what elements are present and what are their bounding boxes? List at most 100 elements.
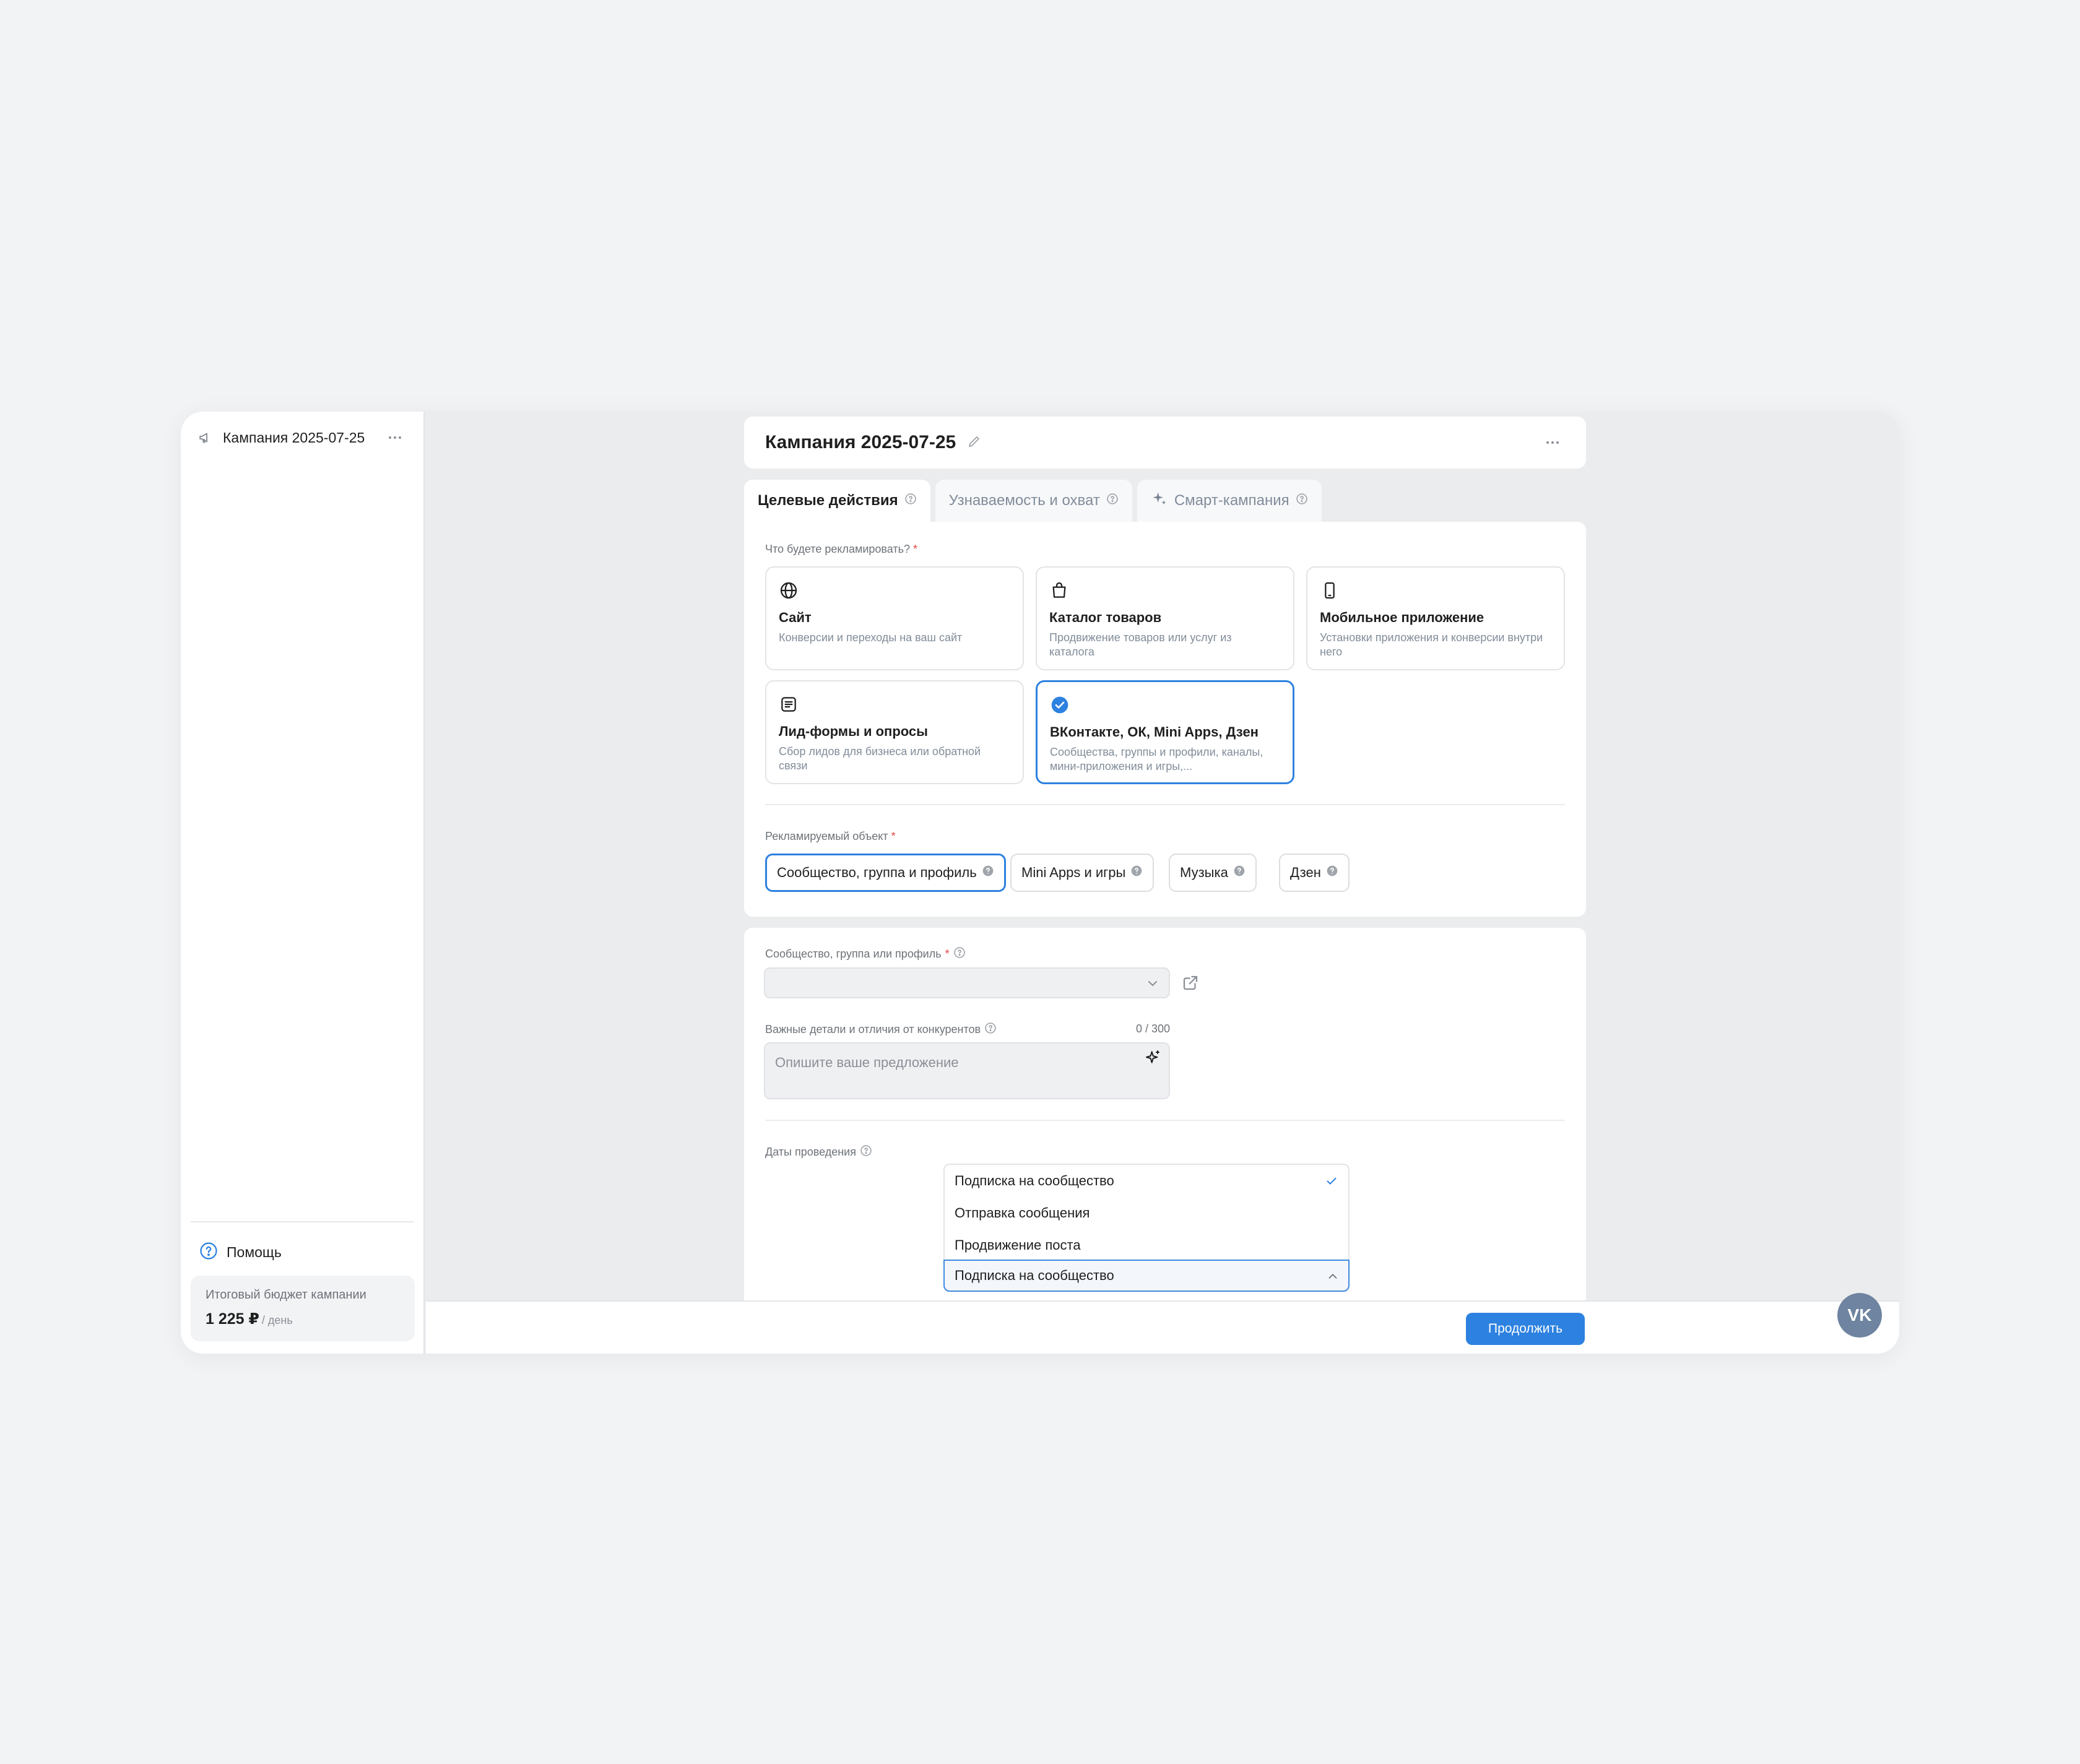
header-more-icon[interactable]: [1540, 433, 1565, 452]
field-label-text: Даты проведения: [765, 1146, 856, 1158]
chip-music[interactable]: Музыка: [1169, 854, 1257, 892]
option-label: Продвижение поста: [955, 1237, 1081, 1253]
vk-logo-badge[interactable]: VK: [1837, 1293, 1882, 1338]
section-label-text: Рекламируемый объект: [765, 830, 888, 842]
sidebar-more-icon[interactable]: [383, 428, 407, 447]
option-title: ВКонтакте, ОК, Mini Apps, Дзен: [1050, 724, 1259, 740]
question-icon: [1296, 492, 1308, 509]
dropdown-option[interactable]: Подписка на сообщество: [945, 1165, 1348, 1197]
dropdown-option[interactable]: Отправка сообщения: [945, 1197, 1348, 1229]
tab-target-actions[interactable]: Целевые действия: [744, 480, 930, 522]
budget-unit: / день: [261, 1314, 293, 1326]
question-filled-icon: [982, 865, 994, 881]
app-window: Кампания 2025-07-25 Помощь Итоговый бюдж…: [181, 412, 1899, 1354]
option-site[interactable]: Сайт Конверсии и переходы на ваш сайт: [765, 566, 1024, 670]
chip-dzen[interactable]: Дзен: [1279, 854, 1350, 892]
goal-select[interactable]: Подписка на сообщество: [943, 1260, 1350, 1292]
question-filled-icon: [1130, 865, 1143, 881]
tab-label: Узнаваемость и охват: [948, 492, 1100, 509]
campaign-header: Кампания 2025-07-25: [744, 417, 1586, 469]
main-content: Кампания 2025-07-25 Целевые действия Узн…: [426, 412, 1899, 1354]
budget-value: 1 225 ₽: [206, 1310, 259, 1328]
question-icon: [860, 1144, 872, 1160]
option-lead-forms[interactable]: Лид-формы и опросы Сбор лидов для бизнес…: [765, 680, 1024, 784]
external-link-icon[interactable]: [1181, 974, 1200, 995]
help-icon: [199, 1242, 218, 1263]
details-field-label: Важные детали и отличия от конкурентов: [765, 1022, 997, 1037]
tab-label: Смарт-кампания: [1174, 492, 1289, 509]
sidebar-campaign-item[interactable]: Кампания 2025-07-25: [197, 425, 407, 450]
option-mobile-app[interactable]: Мобильное приложение Установки приложени…: [1306, 566, 1565, 670]
help-label: Помощь: [227, 1243, 282, 1260]
option-desc: Сбор лидов для бизнеса или обратной связ…: [779, 745, 981, 772]
chip-label: Музыка: [1180, 865, 1228, 880]
sidebar-campaign-title: Кампания 2025-07-25: [223, 429, 365, 446]
community-field-label: Сообщество, группа или профиль *: [765, 946, 966, 962]
check-circle-icon: [1050, 694, 1071, 716]
chevron-down-icon: [1145, 976, 1160, 994]
chevron-up-icon: [1326, 1269, 1340, 1287]
details-textarea[interactable]: Опишите ваше предложение: [764, 1042, 1170, 1099]
option-title: Сайт: [779, 610, 812, 625]
campaign-tabs: Целевые действия Узнаваемость и охват См…: [744, 480, 1322, 522]
details-counter: 0 / 300: [1135, 1023, 1170, 1035]
vk-logo-text: VK: [1847, 1305, 1872, 1325]
shopping-bag-icon: [1049, 580, 1070, 601]
globe-icon: [779, 580, 800, 601]
section-divider: [765, 804, 1565, 805]
question-filled-icon: [1326, 865, 1338, 881]
continue-button[interactable]: Продолжить: [1466, 1313, 1585, 1345]
ai-sparkle-icon[interactable]: [1143, 1048, 1163, 1072]
section-divider: [765, 1120, 1565, 1121]
footer-bar: Продолжить: [426, 1300, 1899, 1354]
what-to-advertise-label: Что будете рекламировать? *: [765, 543, 917, 556]
goal-select-value: Подписка на сообщество: [955, 1268, 1114, 1283]
required-mark: *: [891, 830, 896, 842]
goal-dropdown-menu: Подписка на сообщество Отправка сообщени…: [943, 1164, 1350, 1263]
community-select[interactable]: [764, 967, 1170, 998]
budget-value-row: 1 225 ₽ / день: [206, 1310, 400, 1328]
sparkle-icon: [1151, 490, 1168, 512]
budget-caption: Итоговый бюджет кампании: [206, 1288, 366, 1302]
chip-label: Сообщество, группа и профиль: [777, 865, 977, 880]
dates-label: Даты проведения: [765, 1144, 872, 1160]
option-title: Лид-формы и опросы: [779, 724, 928, 739]
chip-label: Mini Apps и игры: [1021, 865, 1126, 880]
tab-smart-campaign[interactable]: Смарт-кампания: [1137, 480, 1322, 522]
check-icon: [1325, 1174, 1338, 1191]
option-catalog[interactable]: Каталог товаров Продвижение товаров или …: [1036, 566, 1294, 670]
tab-awareness-reach[interactable]: Узнаваемость и охват: [935, 480, 1132, 522]
option-desc: Конверсии и переходы на ваш сайт: [779, 631, 963, 644]
page-title: Кампания 2025-07-25: [765, 432, 956, 452]
question-icon: [953, 946, 966, 962]
chip-community-group-profile[interactable]: Сообщество, группа и профиль: [765, 854, 1006, 892]
question-icon: [984, 1022, 997, 1037]
sidebar-divider: [191, 1221, 414, 1222]
advertised-object-label: Рекламируемый объект *: [765, 830, 896, 843]
help-link[interactable]: Помощь: [199, 1240, 282, 1265]
option-label: Подписка на сообщество: [955, 1173, 1114, 1188]
phone-icon: [1320, 580, 1341, 601]
details-placeholder: Опишите ваше предложение: [775, 1055, 959, 1070]
option-vk-ok-miniapps-dzen[interactable]: ВКонтакте, ОК, Mini Apps, Дзен Сообществ…: [1036, 680, 1294, 784]
question-icon: [1106, 492, 1119, 509]
field-label-text: Важные детали и отличия от конкурентов: [765, 1023, 981, 1035]
objective-panel: Что будете рекламировать? * Сайт Конверс…: [744, 522, 1586, 917]
form-icon: [779, 694, 800, 715]
option-desc: Продвижение товаров или услуг из каталог…: [1049, 631, 1232, 658]
edit-pencil-icon[interactable]: [967, 434, 982, 452]
option-title: Каталог товаров: [1049, 610, 1162, 625]
required-mark: *: [945, 948, 950, 960]
budget-summary: Итоговый бюджет кампании 1 225 ₽ / день: [191, 1276, 415, 1341]
sidebar: Кампания 2025-07-25 Помощь Итоговый бюдж…: [181, 412, 425, 1354]
required-mark: *: [913, 543, 918, 555]
question-filled-icon: [1233, 865, 1246, 881]
option-desc: Сообщества, группы и профили, каналы, ми…: [1050, 746, 1263, 772]
question-icon: [904, 492, 917, 509]
chip-label: Дзен: [1290, 865, 1321, 880]
option-title: Мобильное приложение: [1320, 610, 1484, 625]
chip-mini-apps-games[interactable]: Mini Apps и игры: [1010, 854, 1155, 892]
tab-label: Целевые действия: [758, 492, 898, 509]
dropdown-option[interactable]: Продвижение поста: [945, 1229, 1348, 1261]
megaphone-icon: [197, 428, 215, 447]
